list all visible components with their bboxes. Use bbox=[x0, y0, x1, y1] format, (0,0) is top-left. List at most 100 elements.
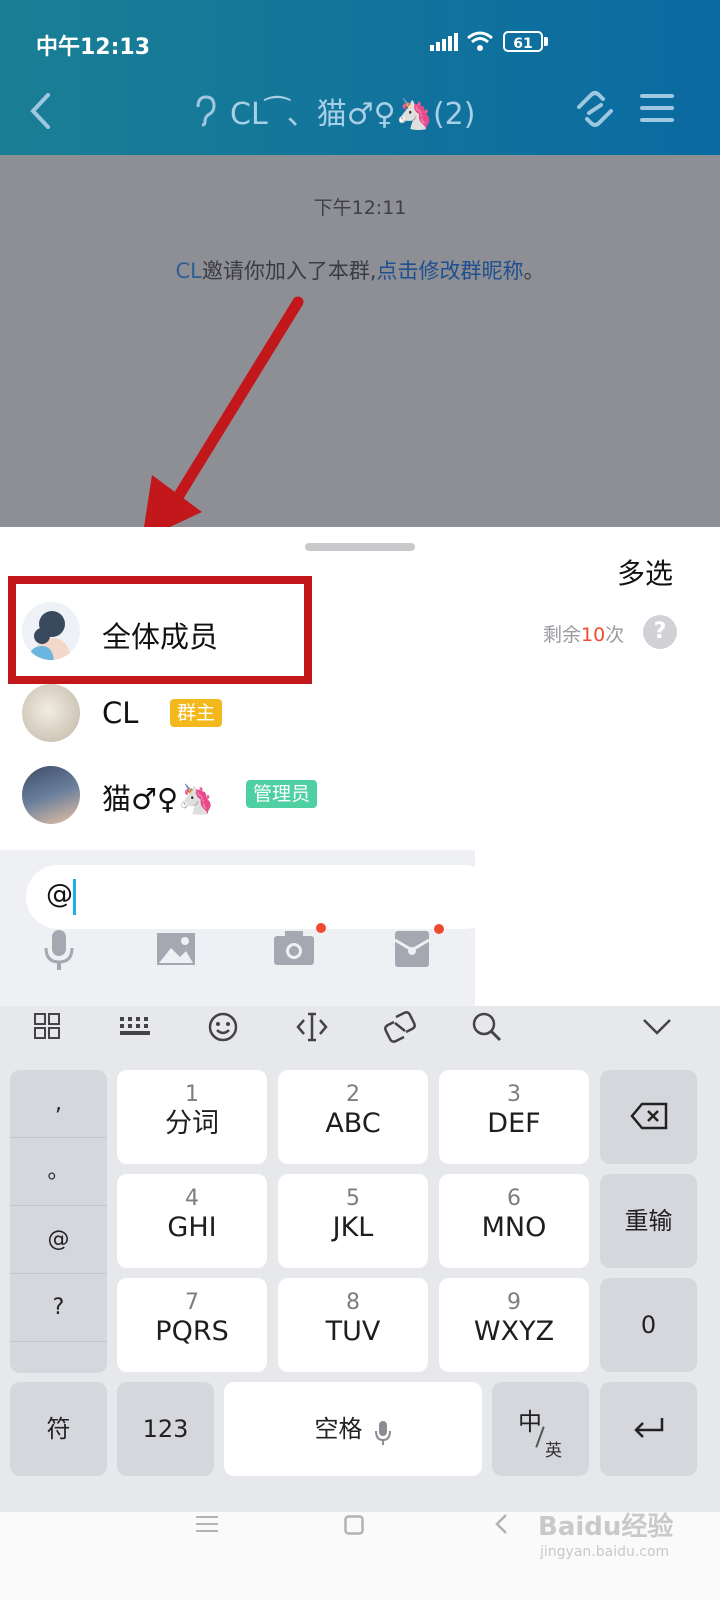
role-badge-owner: 群主 bbox=[170, 699, 223, 727]
annotation-arrow bbox=[142, 296, 304, 540]
red-packet-notification-dot bbox=[434, 924, 444, 934]
back-nav-icon[interactable] bbox=[494, 1513, 508, 1535]
member-name: CL bbox=[102, 696, 139, 730]
grid-menu-icon[interactable] bbox=[34, 1013, 60, 1039]
space-label: 空格 bbox=[314, 1415, 363, 1443]
help-icon[interactable]: ? bbox=[643, 615, 677, 649]
remaining-suffix: 次 bbox=[605, 624, 625, 646]
keyboard-layout-icon[interactable] bbox=[119, 1016, 151, 1036]
sheet-drag-handle[interactable] bbox=[305, 543, 415, 551]
message-timestamp: 下午12:11 bbox=[313, 197, 407, 219]
zero-key[interactable]: 0 bbox=[600, 1278, 697, 1372]
help-glyph: ? bbox=[653, 619, 667, 644]
system-end: 。 bbox=[523, 259, 545, 283]
image-icon[interactable] bbox=[156, 932, 196, 966]
battery-icon: 61 bbox=[503, 31, 543, 52]
space-key[interactable]: 空格 bbox=[224, 1382, 482, 1476]
member-avatar bbox=[22, 684, 80, 742]
remaining-prefix: 剩余 bbox=[543, 624, 582, 646]
number-mode-label: 123 bbox=[142, 1415, 189, 1443]
remaining-count: 10 bbox=[581, 624, 606, 646]
link-icon[interactable] bbox=[573, 89, 617, 129]
key-digit: 7 bbox=[185, 1290, 199, 1315]
key-digit: 9 bbox=[507, 1290, 521, 1315]
menu-icon[interactable] bbox=[640, 93, 674, 123]
backspace-icon bbox=[629, 1102, 667, 1130]
key-letters: 分词 bbox=[165, 1108, 219, 1139]
key-letters: PQRS bbox=[155, 1316, 229, 1347]
key-2[interactable]: 2 ABC bbox=[278, 1070, 428, 1164]
key-6[interactable]: 6 MNO bbox=[439, 1174, 589, 1268]
voice-input-icon bbox=[374, 1420, 391, 1445]
message-input-text: @ bbox=[46, 879, 73, 910]
punct-key[interactable]: ? bbox=[10, 1274, 107, 1342]
search-icon[interactable] bbox=[472, 1012, 502, 1042]
system-sender[interactable]: CL bbox=[175, 259, 201, 283]
key-letters: DEF bbox=[487, 1108, 541, 1139]
punct-key[interactable]: 。 bbox=[10, 1138, 107, 1206]
key-digit: 4 bbox=[185, 1186, 199, 1211]
key-5[interactable]: 5 JKL bbox=[278, 1174, 428, 1268]
key-digit: 8 bbox=[346, 1290, 360, 1315]
symbol-key[interactable]: 符 bbox=[10, 1382, 107, 1476]
key-letters: JKL bbox=[332, 1212, 374, 1243]
punct-key[interactable]: , bbox=[10, 1070, 107, 1138]
camera-icon[interactable] bbox=[273, 930, 315, 966]
ear-icon bbox=[196, 95, 216, 127]
key-1[interactable]: 1 分词 bbox=[117, 1070, 267, 1164]
watermark-brand: Baidu经验 bbox=[538, 1512, 674, 1542]
key-digit: 5 bbox=[346, 1186, 360, 1211]
key-letters: MNO bbox=[481, 1212, 547, 1243]
text-cursor bbox=[73, 879, 76, 915]
retype-label: 重输 bbox=[624, 1207, 673, 1235]
member-row[interactable]: 猫♂♀🦄 管理员 bbox=[0, 760, 720, 842]
collapse-keyboard-icon[interactable] bbox=[642, 1018, 672, 1036]
key-8[interactable]: 8 TUV bbox=[278, 1278, 428, 1372]
key-7[interactable]: 7 PQRS bbox=[117, 1278, 267, 1372]
enter-key[interactable] bbox=[600, 1382, 697, 1476]
member-row[interactable]: CL 群主 bbox=[0, 678, 720, 760]
key-digit: 2 bbox=[346, 1082, 360, 1107]
emoji-icon[interactable] bbox=[208, 1012, 238, 1042]
lang-sub: 英 bbox=[545, 1441, 562, 1461]
microphone-icon[interactable] bbox=[42, 928, 76, 972]
zero-label: 0 bbox=[640, 1311, 657, 1339]
key-letters: WXYZ bbox=[473, 1316, 555, 1347]
edit-nickname-link[interactable]: 点击修改群昵称 bbox=[377, 259, 524, 283]
key-4[interactable]: 4 GHI bbox=[117, 1174, 267, 1268]
member-name: 猫♂♀🦄 bbox=[102, 782, 215, 816]
signal-icon bbox=[430, 33, 458, 51]
chat-title[interactable]: CL ͡ 、猫♂♀🦄(2) bbox=[230, 89, 475, 133]
key-letters: TUV bbox=[325, 1316, 381, 1347]
system-message: CL邀请你加入了本群,点击修改群昵称。 bbox=[0, 255, 720, 285]
clipboard-link-icon[interactable] bbox=[384, 1011, 416, 1043]
key-3[interactable]: 3 DEF bbox=[439, 1070, 589, 1164]
battery-tip bbox=[544, 37, 548, 46]
punctuation-column: , 。 @ ? bbox=[10, 1070, 107, 1373]
multi-select-button[interactable]: 多选 bbox=[617, 552, 673, 592]
member-avatar bbox=[22, 766, 80, 824]
recent-apps-icon[interactable] bbox=[196, 1515, 218, 1533]
key-9[interactable]: 9 WXYZ bbox=[439, 1278, 589, 1372]
cursor-move-icon[interactable] bbox=[296, 1012, 328, 1042]
chat-header: CL ͡ 、猫♂♀🦄(2) bbox=[0, 85, 720, 155]
key-digit: 1 bbox=[185, 1082, 199, 1107]
retype-key[interactable]: 重输 bbox=[600, 1174, 697, 1268]
chat-area: 下午12:11 CL邀请你加入了本群,点击修改群昵称。 bbox=[0, 155, 720, 527]
system-text: 邀请你加入了本群, bbox=[201, 259, 377, 283]
key-letters: GHI bbox=[167, 1212, 217, 1243]
backspace-key[interactable] bbox=[600, 1070, 697, 1164]
camera-notification-dot bbox=[316, 923, 326, 933]
role-badge-admin: 管理员 bbox=[246, 780, 318, 808]
number-mode-key[interactable]: 123 bbox=[117, 1382, 214, 1476]
message-input[interactable]: @ bbox=[26, 865, 496, 929]
red-packet-icon[interactable] bbox=[394, 930, 430, 968]
status-time: 中午12:13 bbox=[36, 35, 151, 60]
symbol-label: 符 bbox=[46, 1415, 71, 1443]
language-toggle-key[interactable]: 中 英 bbox=[492, 1382, 589, 1476]
status-bar: 中午12:13 61 bbox=[0, 0, 720, 85]
back-icon[interactable] bbox=[28, 93, 54, 129]
home-icon[interactable] bbox=[344, 1515, 364, 1535]
punct-key[interactable]: @ bbox=[10, 1206, 107, 1274]
enter-icon bbox=[633, 1418, 663, 1438]
